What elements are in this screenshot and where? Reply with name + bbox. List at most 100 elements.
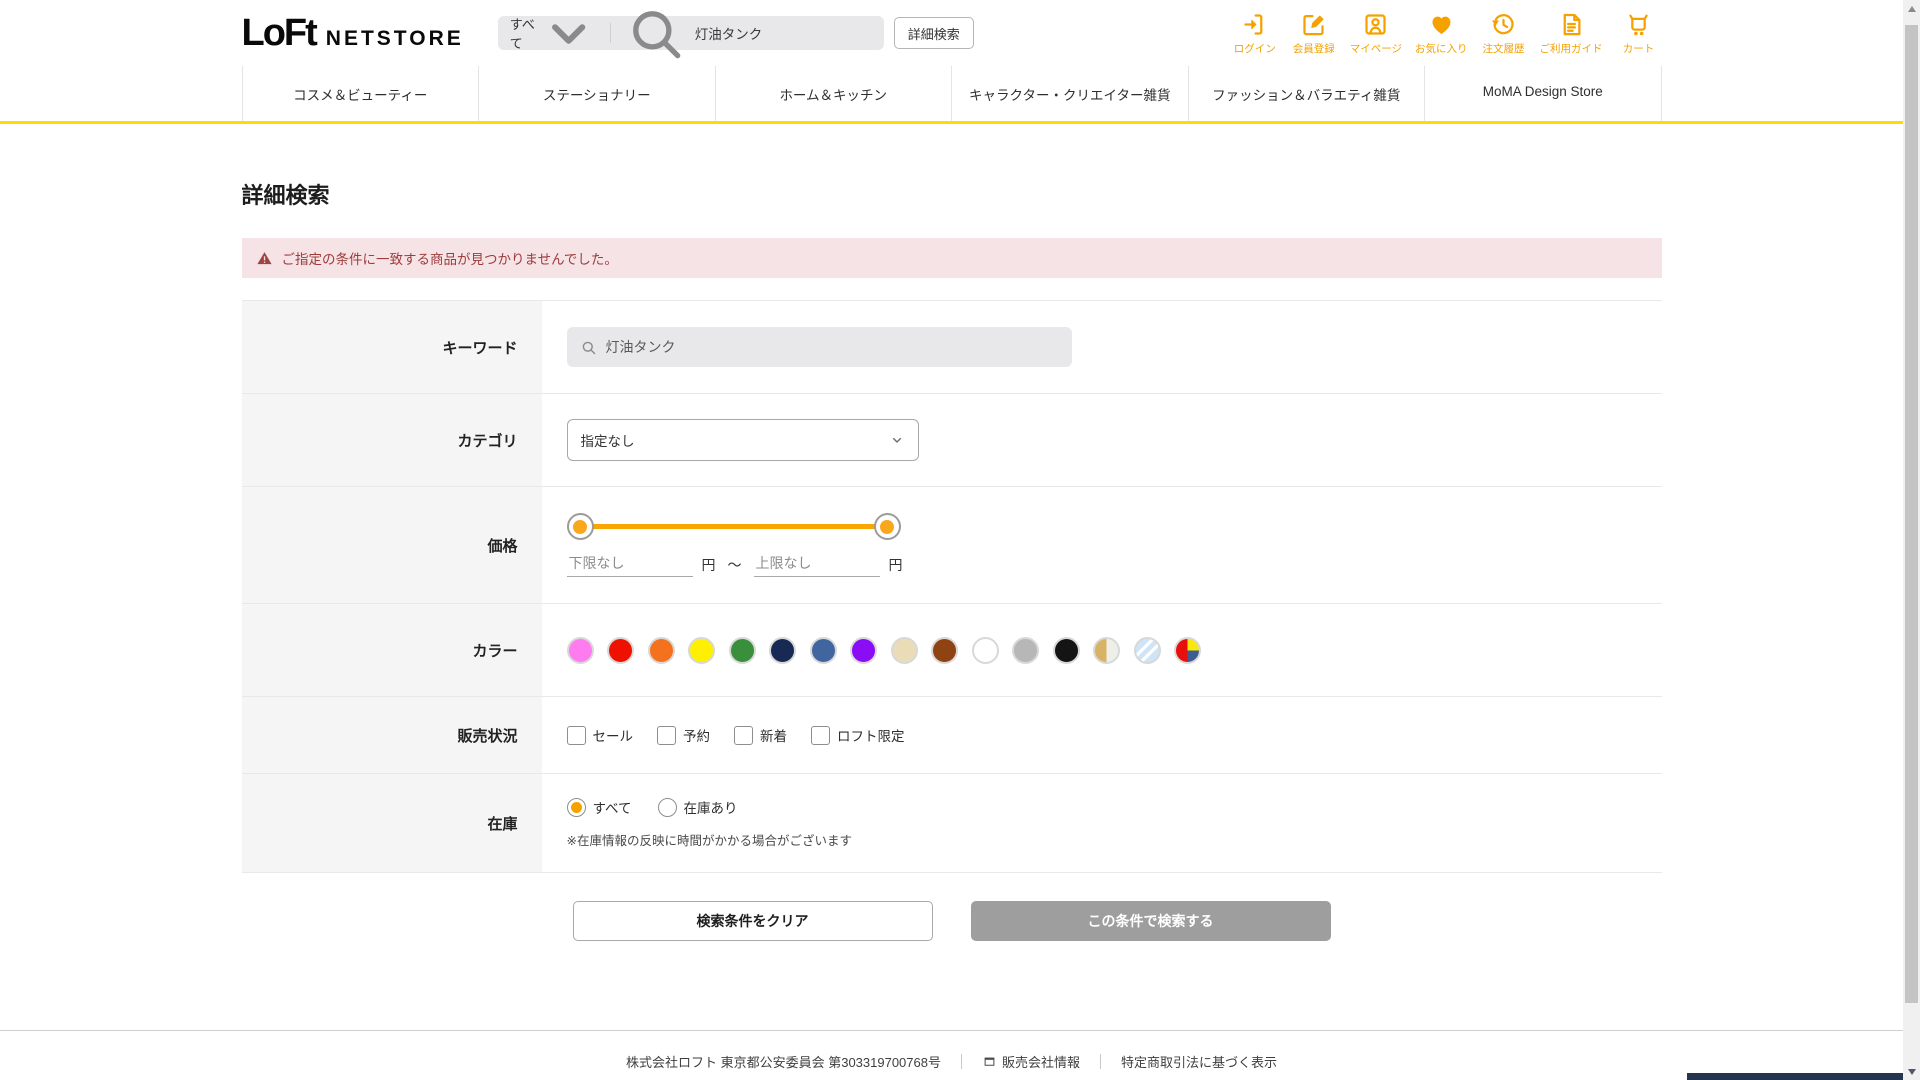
mypage-link[interactable]: マイページ: [1350, 11, 1402, 56]
color-swatch[interactable]: [931, 636, 958, 664]
no-results-alert: ご指定の条件に一致する商品が見つかりませんでした。: [241, 238, 1662, 278]
status-option[interactable]: 新着: [734, 725, 787, 745]
checkbox[interactable]: [566, 725, 586, 745]
status-option[interactable]: セール: [566, 725, 633, 745]
price-max-input[interactable]: [753, 553, 880, 577]
price-inputs: 円 ～ 円: [566, 553, 915, 577]
clear-conditions-button[interactable]: 検索条件をクリア: [572, 901, 933, 941]
site-header: LoFt NETSTORE すべて 詳細検索 ログイン: [0, 0, 1903, 66]
slider-handle-max[interactable]: [873, 513, 901, 540]
cart-link[interactable]: カート: [1616, 11, 1662, 56]
keyword-label: キーワード: [241, 301, 542, 393]
order-history-link[interactable]: 注文履歴: [1481, 11, 1527, 56]
footer-link-label: 販売会社情報: [1001, 1055, 1080, 1070]
utility-label: ご利用ガイド: [1539, 42, 1603, 55]
utility-label: マイページ: [1349, 42, 1402, 55]
color-swatch[interactable]: [728, 636, 756, 664]
keyword-row: キーワード: [241, 300, 1662, 393]
color-swatch[interactable]: [890, 636, 918, 664]
stock-note: ※在庫情報の反映に時間がかかる場合がございます: [566, 834, 852, 848]
footer-link-label: 特定商取引法に基づく表示: [1120, 1055, 1277, 1070]
price-row: 価格 円 ～ 円: [241, 486, 1662, 603]
utility-label: カート: [1622, 42, 1655, 55]
category-selected-value: 指定なし: [580, 434, 635, 449]
window-icon: [984, 1057, 995, 1066]
color-swatch[interactable]: [1133, 636, 1161, 664]
order-history-icon: [1492, 13, 1514, 34]
radio-button[interactable]: [566, 797, 586, 817]
login-icon: [1244, 13, 1263, 35]
color-swatch[interactable]: [769, 636, 796, 664]
stock-option[interactable]: すべて: [566, 797, 632, 817]
scrollbar-down-arrow[interactable]: [1903, 1063, 1920, 1080]
color-swatch[interactable]: [607, 636, 634, 664]
status-option[interactable]: 予約: [657, 725, 710, 745]
login-link[interactable]: ログイン: [1232, 11, 1278, 56]
checkbox[interactable]: [811, 725, 830, 745]
price-label: 価格: [241, 487, 542, 603]
radio-label: 在庫あり: [683, 801, 738, 816]
slider-handle-min[interactable]: [566, 513, 594, 540]
advanced-search-button[interactable]: 詳細検索: [893, 17, 974, 49]
footer-link-legal[interactable]: 特定商取引法に基づく表示: [1121, 1052, 1277, 1071]
color-swatch[interactable]: [1174, 636, 1201, 664]
search-scope-select[interactable]: すべて: [498, 16, 610, 51]
nav-item[interactable]: ステーショナリー: [478, 66, 715, 121]
status-option[interactable]: ロフト限定: [811, 725, 905, 745]
stock-option[interactable]: 在庫あり: [657, 797, 738, 817]
color-swatch[interactable]: [688, 636, 715, 664]
color-swatch[interactable]: [809, 636, 837, 664]
vertical-scrollbar: [1903, 0, 1920, 1080]
radio-button[interactable]: [657, 797, 677, 817]
scrollbar-thumb[interactable]: [1905, 25, 1918, 1003]
sales-status-options: セール 予約 新着 ロフト限定: [566, 725, 905, 745]
favorites-link[interactable]: お気に入り: [1415, 11, 1468, 56]
nav-item[interactable]: ファッション＆バラエティ雑貨: [1187, 66, 1425, 121]
color-swatch[interactable]: [1093, 636, 1120, 664]
header-search-input[interactable]: [694, 25, 872, 41]
nav-item[interactable]: キャラクター・クリエイター雑貨: [951, 66, 1188, 121]
stock-row: 在庫 すべて 在庫あり ※在庫情報の反映に時間がかかる場合がございます: [241, 773, 1662, 873]
keyword-input[interactable]: [605, 339, 1059, 355]
price-range-separator: ～: [727, 557, 742, 573]
nav-item[interactable]: MoMA Design Store: [1424, 66, 1662, 121]
register-icon: [1303, 14, 1324, 35]
page: LoFt NETSTORE すべて 詳細検索 ログイン: [0, 0, 1903, 1080]
price-min-unit: 円: [701, 557, 716, 573]
register-link[interactable]: 会員登録: [1291, 11, 1337, 56]
chevron-down-icon: [552, 24, 586, 45]
color-swatch[interactable]: [1052, 636, 1080, 664]
slider-track[interactable]: [579, 524, 888, 529]
color-swatch[interactable]: [971, 636, 999, 664]
price-min-input[interactable]: [566, 553, 693, 577]
warning-icon: [256, 251, 272, 264]
color-swatch[interactable]: [647, 636, 675, 664]
nav-item[interactable]: ホーム＆キッチン: [714, 66, 952, 121]
checkbox-label: 新着: [760, 729, 787, 744]
color-swatch[interactable]: [566, 636, 594, 664]
checkbox[interactable]: [657, 725, 676, 745]
scrollbar-up-arrow[interactable]: [1903, 0, 1920, 17]
color-swatch[interactable]: [1012, 636, 1039, 664]
category-select[interactable]: 指定なし: [566, 419, 919, 461]
sales-status-label: 販売状況: [241, 697, 542, 773]
main-content: 詳細検索 ご指定の条件に一致する商品が見つかりませんでした。 キーワード カテゴ…: [241, 178, 1662, 941]
loft-logo[interactable]: LoFt NETSTORE: [242, 14, 464, 52]
keyword-field: [566, 327, 1072, 367]
stock-label: 在庫: [241, 774, 542, 872]
site-footer: 株式会社ロフト 東京都公安委員会 第303319700768号 販売会社情報 特…: [0, 1030, 1903, 1080]
stock-options: すべて 在庫あり: [566, 797, 738, 817]
page-title: 詳細検索: [241, 183, 330, 208]
color-swatch[interactable]: [850, 636, 877, 664]
nav-item[interactable]: コスメ＆ビューティー: [241, 66, 479, 121]
search-icon: [632, 11, 681, 59]
search-submit-button[interactable]: この条件で検索する: [970, 901, 1331, 941]
utility-nav: ログイン 会員登録 マイページ お気に入り 注文履歴 ご利用ガイド カート: [1232, 11, 1662, 56]
checkbox[interactable]: [734, 725, 753, 745]
footer-divider: [1099, 1054, 1101, 1069]
checkbox-label: ロフト限定: [837, 729, 905, 744]
guide-link[interactable]: ご利用ガイド: [1540, 11, 1603, 56]
logo-mark: LoFt: [241, 12, 318, 54]
utility-label: 会員登録: [1292, 42, 1335, 55]
footer-link-seller-info[interactable]: 販売会社情報: [982, 1052, 1080, 1071]
